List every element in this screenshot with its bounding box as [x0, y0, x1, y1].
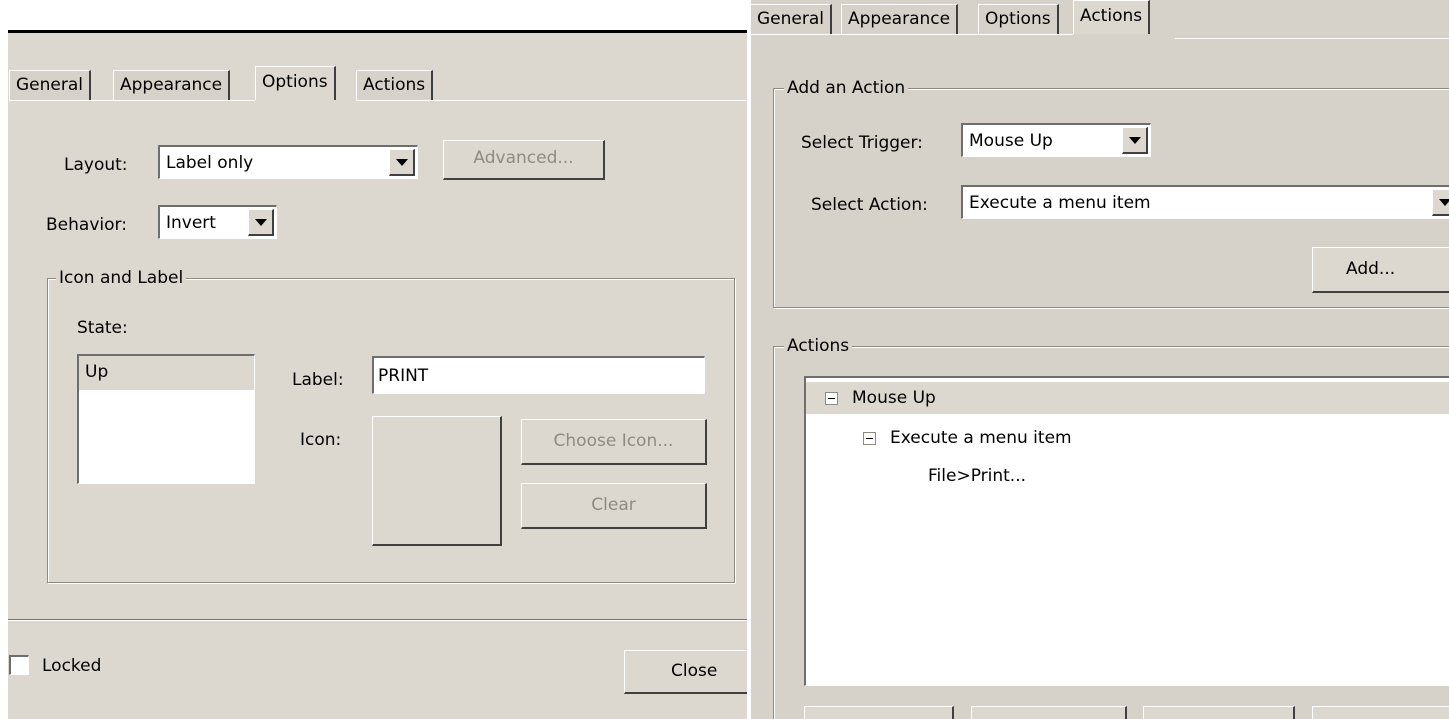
behavior-label: Behavior:: [46, 215, 127, 235]
tab-appearance[interactable]: Appearance: [113, 70, 231, 100]
action-edit-button[interactable]: [1143, 706, 1295, 719]
trigger-select[interactable]: Mouse Up: [961, 123, 1151, 157]
collapse-icon[interactable]: [863, 432, 876, 445]
icon-preview: [372, 416, 502, 546]
trigger-value: Mouse Up: [969, 131, 1053, 151]
select-action-label: Select Action:: [811, 195, 928, 215]
chevron-down-icon[interactable]: [389, 149, 415, 176]
actions-group-title: Actions: [784, 337, 853, 355]
add-button[interactable]: Add...: [1312, 247, 1449, 293]
layout-value: Label only: [166, 153, 254, 173]
bottom-separator: [8, 619, 747, 621]
chevron-down-icon[interactable]: [1432, 189, 1449, 216]
tree-item-label: File>Print...: [928, 466, 1027, 486]
action-up-button[interactable]: [804, 706, 954, 719]
icon-label: Icon:: [300, 430, 342, 450]
tree-item-file-print[interactable]: File>Print...: [806, 460, 1449, 492]
state-label: State:: [77, 318, 128, 338]
action-delete-button[interactable]: [1312, 706, 1449, 719]
advanced-button[interactable]: Advanced...: [443, 140, 605, 180]
label-field-label: Label:: [292, 370, 344, 390]
actions-dialog-panel: General Appearance Options Actions Add a…: [751, 0, 1449, 719]
layout-label: Layout:: [64, 155, 128, 175]
label-field[interactable]: PRINT: [372, 356, 705, 394]
tree-item-execute-menu-item[interactable]: Execute a menu item: [806, 422, 1449, 454]
clear-button[interactable]: Clear: [521, 483, 707, 529]
locked-checkbox[interactable]: [9, 655, 29, 675]
tab-actions[interactable]: Actions: [1073, 0, 1151, 34]
chevron-down-icon[interactable]: [248, 209, 274, 236]
close-button[interactable]: Close: [624, 650, 747, 694]
tab-appearance[interactable]: Appearance: [841, 4, 959, 34]
tab-options[interactable]: Options: [255, 66, 336, 100]
tree-item-label: Execute a menu item: [890, 428, 1072, 448]
action-down-button[interactable]: [971, 706, 1127, 719]
tab-options[interactable]: Options: [978, 4, 1059, 34]
layout-select[interactable]: Label only: [158, 145, 418, 179]
collapse-icon[interactable]: [825, 392, 838, 405]
locked-label: Locked: [42, 656, 102, 676]
action-value: Execute a menu item: [969, 193, 1151, 213]
tab-general[interactable]: General: [751, 4, 832, 34]
tree-item-label: Mouse Up: [852, 388, 936, 408]
icon-and-label-group-title: Icon and Label: [56, 269, 187, 287]
behavior-value: Invert: [166, 213, 216, 233]
behavior-select[interactable]: Invert: [158, 205, 277, 239]
choose-icon-button[interactable]: Choose Icon...: [521, 419, 707, 465]
action-select[interactable]: Execute a menu item: [961, 185, 1449, 219]
list-item[interactable]: Up: [79, 356, 254, 390]
state-item-up: Up: [85, 362, 109, 382]
tree-item-mouse-up[interactable]: Mouse Up: [806, 382, 1449, 414]
actions-tree[interactable]: Mouse Up Execute a menu item File>Print.…: [804, 376, 1449, 686]
chevron-down-icon[interactable]: [1122, 127, 1148, 154]
options-dialog-panel: General Appearance Options Actions Layou…: [0, 0, 747, 719]
state-listbox[interactable]: Up: [77, 354, 255, 484]
label-field-value: PRINT: [378, 366, 429, 386]
select-trigger-label: Select Trigger:: [801, 133, 923, 153]
add-action-group-title: Add an Action: [784, 79, 909, 97]
tab-actions[interactable]: Actions: [356, 70, 434, 100]
tab-general[interactable]: General: [9, 70, 91, 100]
